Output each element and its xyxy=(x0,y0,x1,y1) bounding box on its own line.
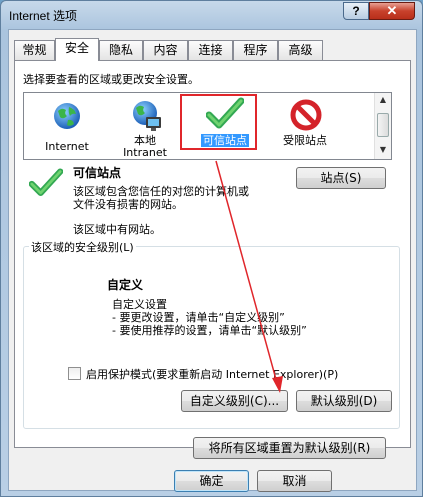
zone-internet[interactable]: Internet xyxy=(26,97,108,157)
dialog-client-area: 常规 安全 隐私 内容 连接 程序 高级 选择要查看的区域或更改安全设置。 In… xyxy=(8,29,417,492)
restricted-icon xyxy=(290,99,322,131)
tab-advanced[interactable]: 高级 xyxy=(278,40,323,60)
help-button[interactable]: ? xyxy=(343,2,369,20)
level-description: 自定义设置 xyxy=(112,298,167,311)
zone-local-intranet[interactable]: 本地 Intranet xyxy=(104,97,186,159)
scroll-up-icon[interactable]: ▲ xyxy=(377,95,389,107)
security-tab-panel: 选择要查看的区域或更改安全设置。 Internet 本地 Intranet 可信… xyxy=(14,60,411,459)
security-level-group: 该区域的安全级别(L) 自定义 自定义设置 - 要更改设置，请单击“自定义级别”… xyxy=(23,239,400,429)
security-level-name: 自定义 xyxy=(107,278,144,292)
default-level-button[interactable]: 默认级别(D) xyxy=(296,390,392,412)
zone-description: 该区域包含您信任的对您的计算机或 xyxy=(73,185,249,198)
zone-list-scrollbar[interactable]: ▲ ▼ xyxy=(374,93,391,159)
globe-icon xyxy=(54,103,80,129)
tab-connections[interactable]: 连接 xyxy=(188,40,233,60)
close-button[interactable]: ✕ xyxy=(369,2,415,20)
scrollbar-thumb[interactable] xyxy=(377,113,389,137)
tab-content[interactable]: 内容 xyxy=(143,40,188,60)
group-title: 该区域的安全级别(L) xyxy=(29,239,136,255)
window-title: Internet 选项 xyxy=(9,9,78,23)
ok-button[interactable]: 确定 xyxy=(174,470,249,492)
sites-button[interactable]: 站点(S) xyxy=(296,167,386,189)
level-description: - 要使用推荐的设置，请单击“默认级别” xyxy=(112,324,307,337)
reset-all-zones-button[interactable]: 将所有区域重置为默认级别(R) xyxy=(193,437,386,459)
tab-programs[interactable]: 程序 xyxy=(233,40,278,60)
zone-label: Internet xyxy=(45,140,89,153)
internet-options-window: Internet 选项 ? ✕ 常规 安全 隐私 内容 连接 程序 高级 选择要… xyxy=(0,0,423,497)
title-bar[interactable]: Internet 选项 ? ✕ xyxy=(1,1,422,29)
tab-privacy[interactable]: 隐私 xyxy=(99,40,143,60)
zone-label: 本地 Intranet xyxy=(123,134,167,159)
highlight-box xyxy=(180,94,257,150)
checkmark-icon xyxy=(29,168,63,196)
intranet-icon xyxy=(133,101,161,131)
zone-title: 可信站点 xyxy=(73,166,122,180)
zone-description: 文件没有损害的网站。 xyxy=(73,198,183,211)
zone-site-note: 该区域中有网站。 xyxy=(73,223,161,236)
zone-label: 受限站点 xyxy=(283,134,327,147)
level-description: - 要更改设置，请单击“自定义级别” xyxy=(112,311,285,324)
protected-mode-checkbox[interactable] xyxy=(68,367,81,380)
cancel-button[interactable]: 取消 xyxy=(257,470,332,492)
zone-instruction: 选择要查看的区域或更改安全设置。 xyxy=(23,73,199,86)
custom-level-button[interactable]: 自定义级别(C)... xyxy=(181,390,288,412)
zone-restricted-sites[interactable]: 受限站点 xyxy=(264,97,346,157)
scroll-down-icon[interactable]: ▼ xyxy=(377,145,389,157)
protected-mode-label: 启用保护模式(要求重新启动 Internet Explorer)(P) xyxy=(86,368,339,381)
tab-security[interactable]: 安全 xyxy=(55,38,99,61)
tab-general[interactable]: 常规 xyxy=(14,40,55,60)
